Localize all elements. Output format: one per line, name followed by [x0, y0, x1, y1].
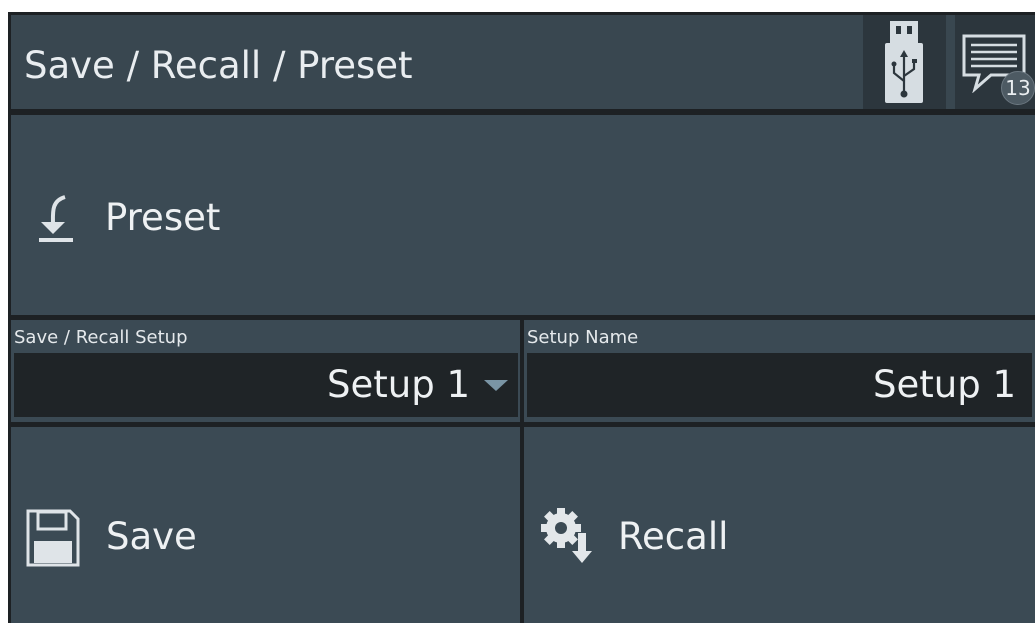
floppy-disk-icon [26, 509, 80, 567]
save-label: Save [106, 515, 197, 558]
preset-button[interactable]: Preset [11, 115, 1035, 315]
setup-name-field[interactable]: Setup 1 [527, 353, 1032, 417]
message-count-badge: 13 [1001, 71, 1035, 105]
setup-name-label: Setup Name [527, 327, 639, 348]
usb-button[interactable] [863, 15, 946, 109]
preset-arrow-icon [39, 195, 73, 242]
setup-name-value: Setup 1 [873, 363, 1016, 406]
setup-name-panel: Setup Name Setup 1 [524, 320, 1035, 422]
recall-label: Recall [618, 515, 729, 558]
save-recall-setup-dropdown[interactable]: Setup 1 [14, 353, 518, 417]
page-title: Save / Recall / Preset [24, 44, 413, 87]
message-button[interactable]: 13 [955, 15, 1035, 109]
header-bar: Save / Recall / Preset 13 [11, 15, 1035, 109]
save-recall-setup-label: Save / Recall Setup [14, 327, 188, 348]
save-recall-setup-panel: Save / Recall Setup Setup 1 [11, 320, 520, 422]
usb-drive-icon [885, 21, 923, 103]
chevron-down-icon [484, 380, 508, 391]
preset-label: Preset [105, 196, 221, 239]
save-button[interactable]: Save [11, 427, 520, 623]
recall-button[interactable]: Recall [524, 427, 1035, 623]
app-window: Save / Recall / Preset 13 Preset Save / … [8, 12, 1035, 623]
save-recall-setup-value: Setup 1 [327, 363, 470, 406]
gear-download-icon [541, 508, 592, 563]
